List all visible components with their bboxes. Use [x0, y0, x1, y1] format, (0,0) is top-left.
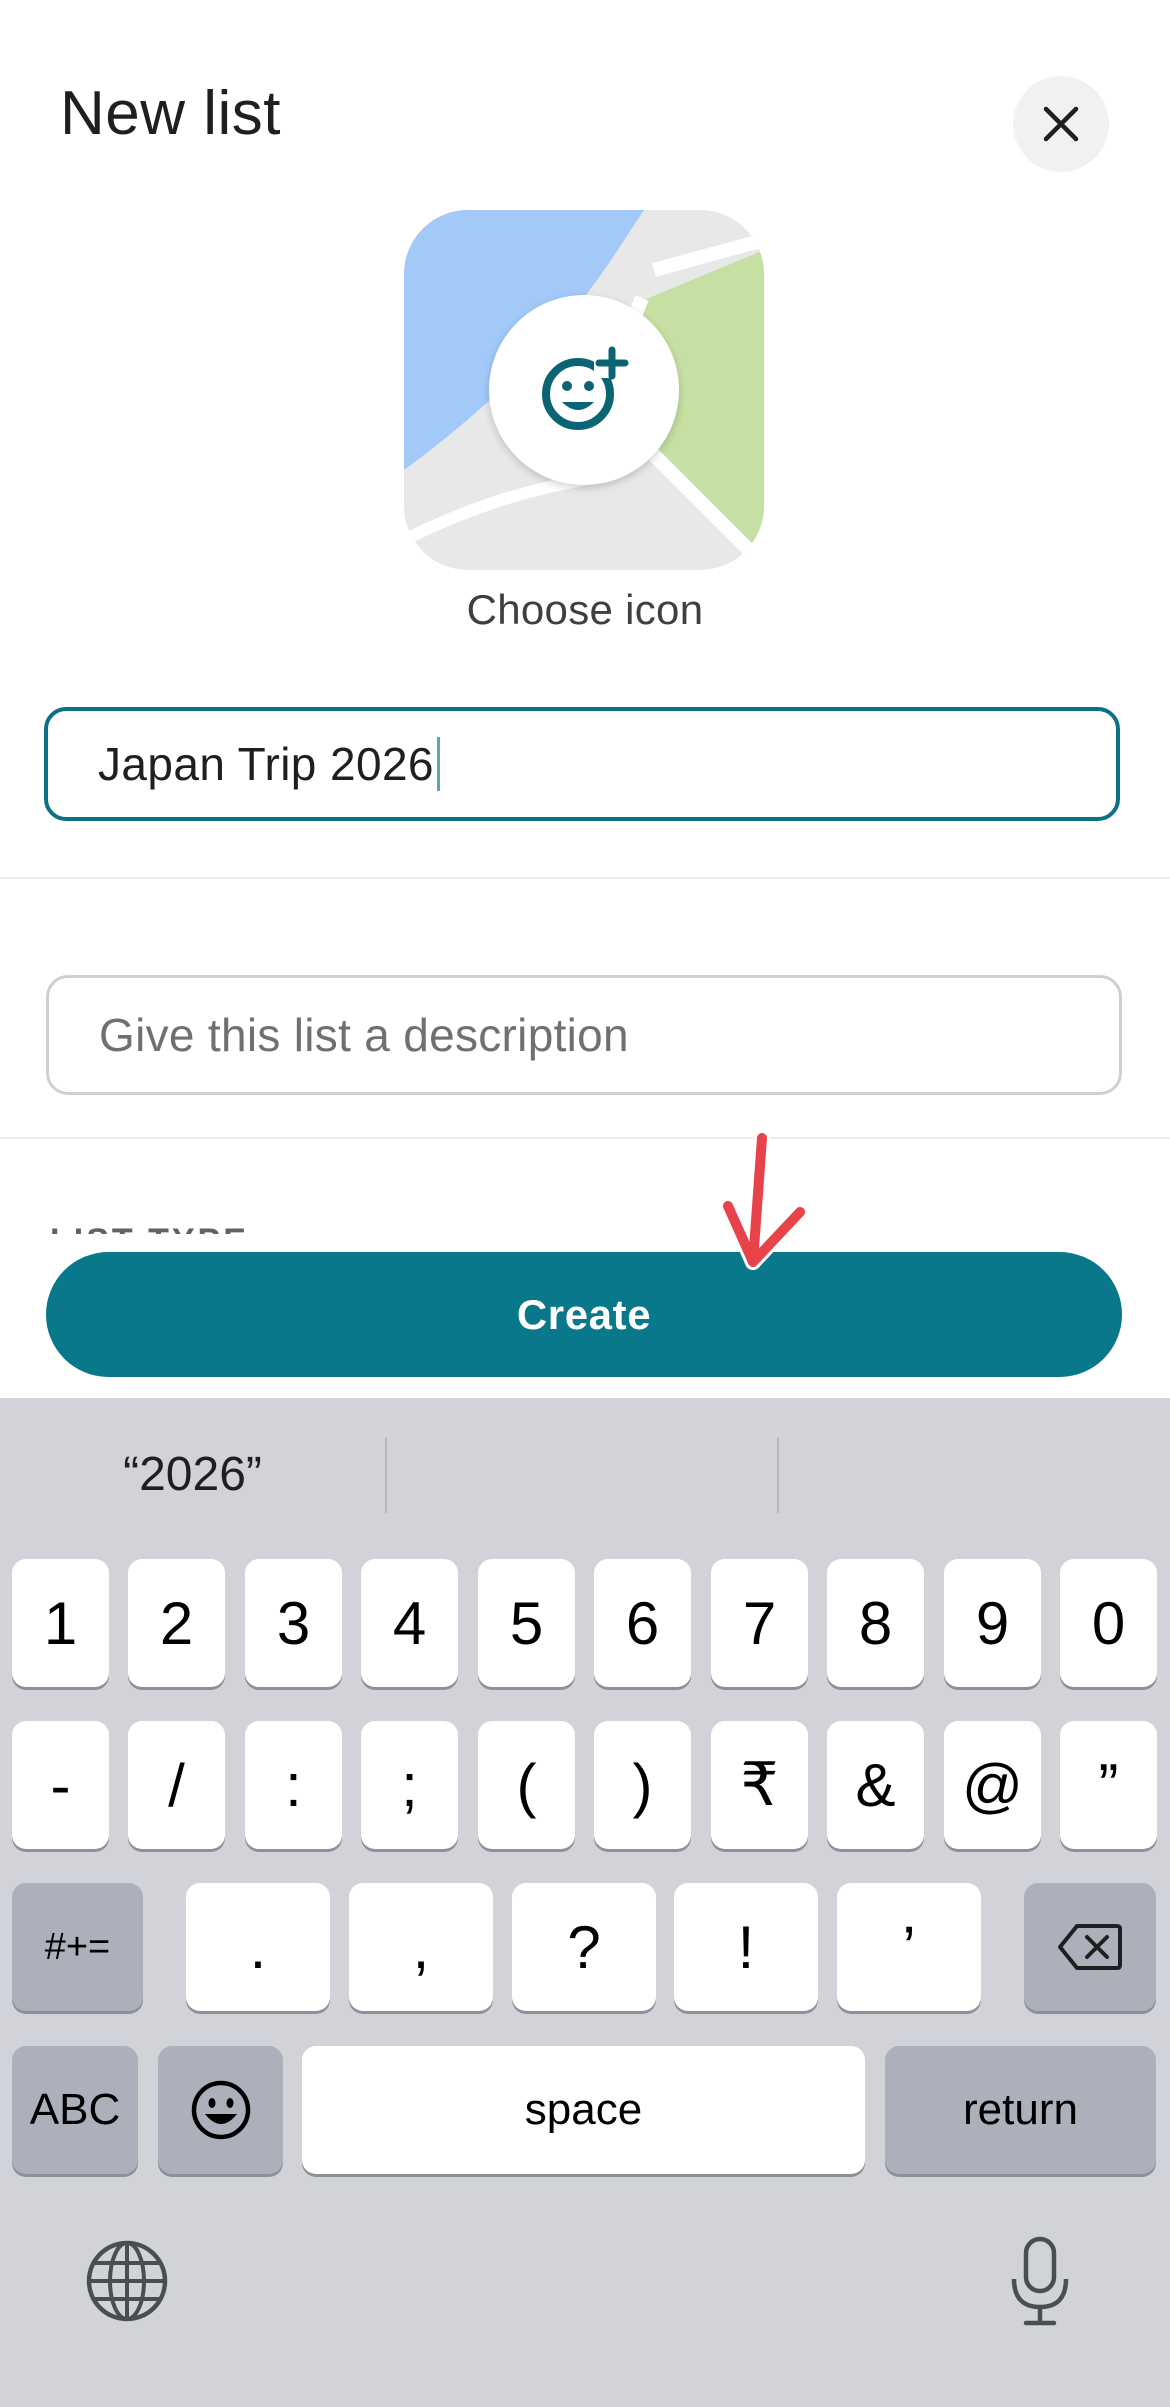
key-2[interactable]: 2 — [128, 1559, 225, 1687]
close-button[interactable] — [1013, 76, 1109, 172]
key-6[interactable]: 6 — [594, 1559, 691, 1687]
key-semicolon[interactable]: ; — [361, 1721, 458, 1849]
list-name-value: Japan Trip 2026 — [98, 738, 434, 790]
backspace-icon — [1058, 1924, 1122, 1970]
close-icon — [1043, 106, 1079, 142]
key-exclamation[interactable]: ! — [674, 1883, 818, 2011]
create-button[interactable]: Create — [46, 1252, 1122, 1377]
choose-icon-label: Choose icon — [466, 586, 704, 633]
dictation-button[interactable] — [1000, 2234, 1080, 2330]
return-key[interactable]: return — [885, 2046, 1156, 2174]
choose-icon-button[interactable] — [404, 210, 764, 570]
symbols-mode-key[interactable]: #+= — [12, 1883, 143, 2011]
key-period[interactable]: . — [186, 1883, 330, 2011]
key-open-paren[interactable]: ( — [478, 1721, 575, 1849]
space-key[interactable]: space — [302, 2046, 865, 2174]
text-caret — [436, 737, 440, 791]
description-input[interactable]: Give this list a description — [46, 975, 1122, 1095]
description-placeholder: Give this list a description — [99, 1009, 629, 1061]
key-8[interactable]: 8 — [827, 1559, 924, 1687]
list-name-input[interactable]: Japan Trip 2026 — [44, 707, 1120, 821]
annotation-arrow-icon — [720, 1130, 808, 1270]
key-ampersand[interactable]: & — [827, 1721, 924, 1849]
key-3[interactable]: 3 — [245, 1559, 342, 1687]
key-0[interactable]: 0 — [1060, 1559, 1157, 1687]
abc-key[interactable]: ABC — [12, 2046, 138, 2174]
delete-key[interactable] — [1024, 1883, 1156, 2011]
key-5[interactable]: 5 — [478, 1559, 575, 1687]
keyboard: “2026” 1 2 3 4 5 6 7 8 9 0 - / : ; ( ) ₹… — [0, 1398, 1170, 2407]
key-7[interactable]: 7 — [711, 1559, 808, 1687]
emoji-icon — [191, 2080, 250, 2140]
key-rupee[interactable]: ₹ — [711, 1721, 808, 1849]
emoji-key[interactable] — [158, 2046, 283, 2174]
key-hyphen[interactable]: - — [12, 1721, 109, 1849]
key-4[interactable]: 4 — [361, 1559, 458, 1687]
key-at[interactable]: @ — [944, 1721, 1041, 1849]
add-emoji-badge — [489, 295, 679, 485]
key-slash[interactable]: / — [128, 1721, 225, 1849]
globe-icon — [86, 2240, 168, 2322]
key-9[interactable]: 9 — [944, 1559, 1041, 1687]
key-comma[interactable]: , — [349, 1883, 493, 2011]
key-quote[interactable]: ” — [1060, 1721, 1157, 1849]
key-colon[interactable]: : — [245, 1721, 342, 1849]
key-question[interactable]: ? — [512, 1883, 656, 2011]
suggestion-bar: “2026” — [0, 1398, 1170, 1550]
divider — [0, 877, 1170, 879]
add-emoji-icon — [542, 346, 630, 430]
key-1[interactable]: 1 — [12, 1559, 109, 1687]
page-title: New list — [60, 79, 282, 148]
microphone-icon — [1011, 2236, 1069, 2326]
globe-button[interactable] — [84, 2238, 170, 2324]
new-list-screen: New list Choose icon Japan Trip 2026 Giv… — [0, 0, 1170, 2407]
key-close-paren[interactable]: ) — [594, 1721, 691, 1849]
key-apostrophe[interactable]: ’ — [837, 1883, 981, 2011]
list-type-section-heading: LIST TYPE — [50, 1220, 270, 1234]
suggestion-item[interactable] — [779, 1436, 1170, 1512]
divider — [0, 1137, 1170, 1139]
suggestion-item[interactable] — [387, 1436, 777, 1512]
suggestion-item[interactable]: “2026” — [0, 1436, 385, 1512]
